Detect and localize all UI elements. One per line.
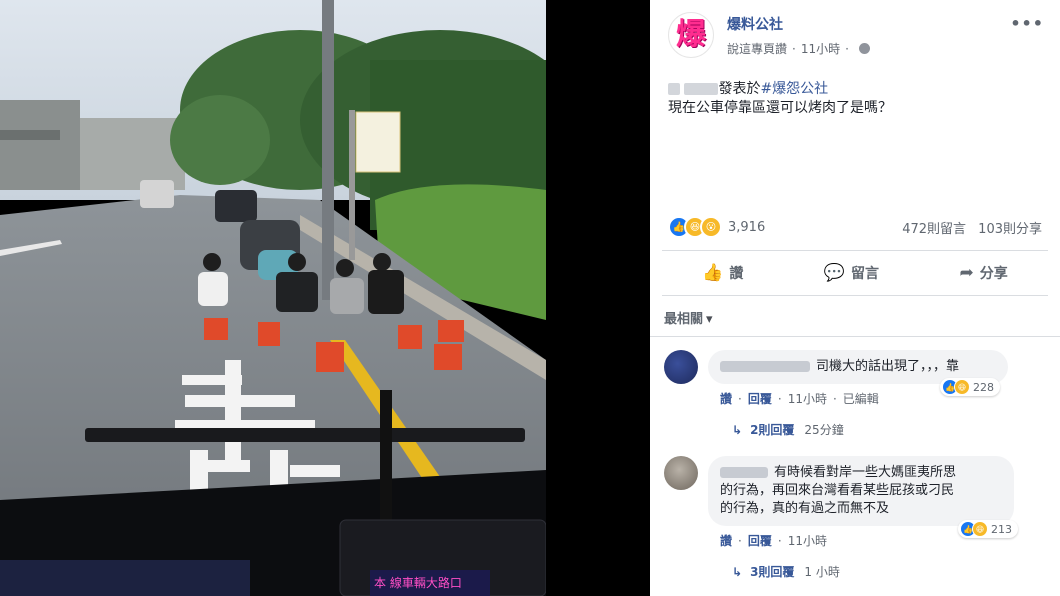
reaction-count: 3,916 bbox=[728, 219, 766, 235]
view-replies-link[interactable]: ↳ 2則回覆 25分鐘 bbox=[732, 421, 844, 438]
comment-actions: 讚 · 回覆 · 11小時 bbox=[720, 534, 827, 548]
photo-viewer: 靠 本 線車輛大路口 bbox=[0, 0, 650, 596]
comment-item: 有時候看對岸一些大媽匪夷所思 的行為，再回來台灣看看某些屁孩或刁民 的行為，真的… bbox=[664, 456, 1046, 588]
thumbs-up-icon: 👍 bbox=[702, 263, 724, 283]
sort-label: 最相關 bbox=[664, 312, 704, 327]
comment-like-link[interactable]: 讚 bbox=[720, 392, 732, 406]
post-stats: 👍 😆 😮 3,916 472則留言 103則分享 bbox=[668, 215, 1042, 239]
reply-arrow-icon: ↳ bbox=[732, 422, 743, 437]
like-page-link[interactable]: 說這專頁讚 bbox=[727, 40, 787, 57]
comment-item: 司機大的話出現了，，，靠 👍 😆 228 讚 · 回覆 · 11小時 · 已編輯 ↳ 2則回… bbox=[664, 350, 1046, 446]
more-options-icon[interactable]: ••• bbox=[1010, 14, 1044, 33]
comment-icon: 💬 bbox=[823, 263, 846, 283]
post-body: 發表於#爆怨公社 現在公車停靠區還可以烤肉了是嗎？ bbox=[650, 66, 1060, 118]
divider bbox=[650, 336, 1060, 337]
comment-reply-link[interactable]: 回覆 bbox=[748, 392, 772, 406]
commenter-name-blurred[interactable] bbox=[720, 467, 768, 478]
blurred-name bbox=[684, 83, 719, 95]
share-count-link[interactable]: 103則分享 bbox=[978, 222, 1042, 237]
comment-time[interactable]: 11小時 bbox=[788, 392, 827, 406]
commenter-avatar[interactable] bbox=[664, 350, 698, 384]
reply-arrow-icon: ↳ bbox=[732, 564, 743, 579]
wow-reaction-icon: 😮 bbox=[700, 216, 722, 238]
haha-reaction-icon: 😆 bbox=[972, 521, 988, 537]
comment-bubble: 有時候看對岸一些大媽匪夷所思 的行為，再回來台灣看看某些屁孩或刁民 的行為，真的… bbox=[708, 456, 1014, 526]
post-timestamp[interactable]: 11小時 bbox=[801, 40, 840, 57]
comment-reactions[interactable]: 👍 😆 228 bbox=[940, 378, 1000, 396]
comment-reaction-count: 228 bbox=[973, 380, 994, 394]
blurred-name bbox=[668, 83, 680, 95]
comment-actions: 讚 · 回覆 · 11小時 · 已編輯 bbox=[720, 392, 879, 406]
view-replies-link[interactable]: ↳ 3則回覆 1 小時 bbox=[732, 563, 840, 580]
comment-count-link[interactable]: 472則留言 bbox=[902, 222, 966, 237]
replies-time: 1 小時 bbox=[804, 565, 840, 579]
display-sign-text: 本 線車輛大路口 bbox=[374, 576, 462, 590]
page-avatar[interactable]: 爆 bbox=[668, 12, 714, 58]
comment-text: 司機大的話出現了，，，靠 bbox=[816, 359, 960, 374]
share-icon: ➦ bbox=[959, 263, 974, 283]
reaction-summary[interactable]: 👍 😆 😮 3,916 bbox=[668, 216, 765, 238]
page-name-link[interactable]: 爆料公社 bbox=[727, 14, 783, 34]
share-button[interactable]: ➦ 分享 bbox=[960, 263, 1008, 283]
commenter-name-blurred[interactable] bbox=[720, 361, 810, 372]
haha-reaction-icon: 😆 bbox=[954, 379, 970, 395]
hashtag-link[interactable]: #爆怨公社 bbox=[760, 81, 828, 97]
post-action-bar: 👍 讚 💬 留言 ➦ 分享 bbox=[662, 250, 1048, 296]
comment-button-label: 留言 bbox=[851, 266, 880, 282]
post-header: 爆 爆料公社 說這專頁讚 · 11小時 · ••• bbox=[650, 0, 1060, 66]
comment-button[interactable]: 💬 留言 bbox=[824, 263, 879, 283]
comment-like-link[interactable]: 讚 bbox=[720, 534, 732, 548]
page-logo-glyph: 爆 bbox=[676, 17, 706, 52]
like-button-label: 讚 bbox=[729, 266, 744, 282]
comment-edited: 已編輯 bbox=[842, 392, 879, 406]
share-button-label: 分享 bbox=[979, 266, 1008, 282]
meta-separator: · bbox=[792, 41, 796, 56]
engagement-counts: 472則留言 103則分享 bbox=[902, 218, 1042, 237]
chevron-down-icon: ▾ bbox=[706, 312, 713, 327]
comment-reactions[interactable]: 👍 😆 213 bbox=[958, 520, 1018, 538]
post-author-line: 發表於#爆怨公社 bbox=[668, 80, 1042, 99]
comment-reply-link[interactable]: 回覆 bbox=[748, 534, 772, 548]
posted-in-label: 發表於 bbox=[718, 81, 761, 97]
comment-sort-dropdown[interactable]: 最相關 ▾ bbox=[664, 308, 713, 327]
post-side-panel: 爆 爆料公社 說這專頁讚 · 11小時 · ••• 發表於#爆怨公社 現在公車停… bbox=[650, 0, 1060, 596]
comment-text-line-2: 的行為，再回來台灣看看某些屁孩或刁民 bbox=[720, 483, 955, 498]
post-text: 現在公車停靠區還可以烤肉了是嗎？ bbox=[668, 100, 892, 116]
replies-count: 3則回覆 bbox=[750, 565, 795, 579]
commenter-avatar[interactable] bbox=[664, 456, 698, 490]
comment-time[interactable]: 11小時 bbox=[788, 534, 827, 548]
globe-icon bbox=[858, 43, 870, 54]
replies-count: 2則回覆 bbox=[750, 423, 795, 437]
replies-time: 25分鐘 bbox=[804, 423, 844, 437]
comment-text-line-3: 的行為，真的有過之而無不及 bbox=[720, 501, 890, 516]
post-photo[interactable]: 靠 本 線車輛大路口 bbox=[0, 0, 546, 596]
like-button[interactable]: 👍 讚 bbox=[702, 263, 743, 283]
comment-reaction-count: 213 bbox=[991, 522, 1012, 536]
comment-text-line-1: 有時候看對岸一些大媽匪夷所思 bbox=[774, 465, 957, 480]
meta-separator: · bbox=[845, 41, 849, 56]
post-meta: 說這專頁讚 · 11小時 · bbox=[727, 40, 870, 57]
